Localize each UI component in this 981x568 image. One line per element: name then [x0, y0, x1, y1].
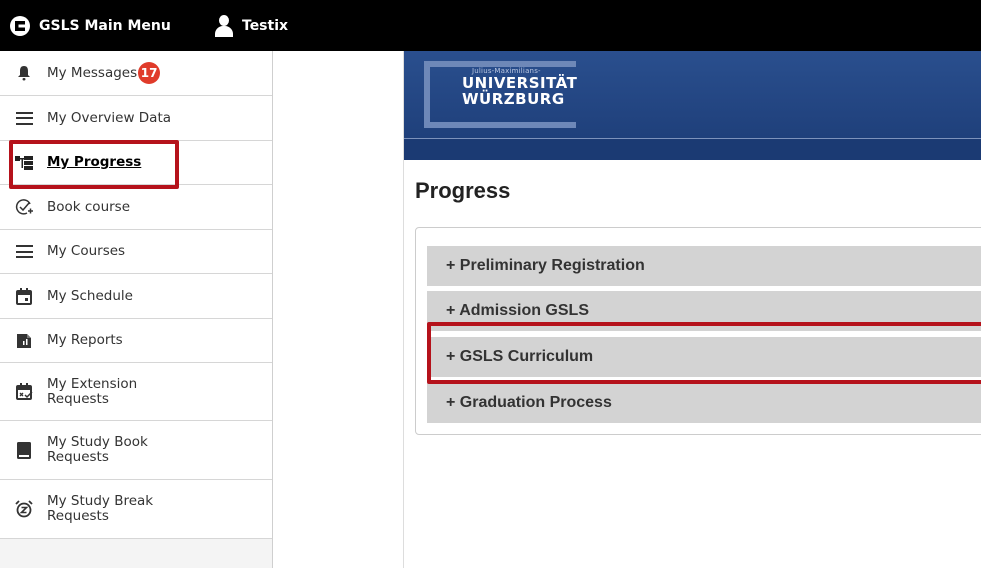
main-menu-button[interactable]: GSLS Main Menu	[10, 9, 171, 43]
sidebar-item-label: My Schedule	[47, 287, 133, 304]
sidebar-item-label: My Study Break Requests	[47, 493, 154, 524]
section-graduation-process[interactable]: + Graduation Process	[427, 383, 981, 423]
sidebar-item-label: My Progress	[47, 154, 142, 170]
sidebar-item-study-book-requests[interactable]: My Study Book Requests	[0, 421, 272, 480]
sidebar-item-reports[interactable]: My Reports	[0, 319, 272, 363]
sidebar-item-courses[interactable]: My Courses	[0, 230, 272, 274]
user-menu[interactable]: Testix	[214, 9, 288, 43]
section-gsls-curriculum[interactable]: + GSLS Curriculum	[427, 337, 981, 377]
gsls-logo-icon	[10, 16, 30, 36]
menu-lines-icon	[14, 242, 34, 262]
page-title: Progress	[415, 178, 511, 203]
sidebar-item-label: My Study Book Requests	[47, 434, 148, 465]
user-icon	[214, 15, 234, 37]
sidebar: My Messages 17 My Overview Data My Progr…	[0, 51, 273, 568]
university-logo: Julius-Maximilians- UNIVERSITÄT WÜRZBURG	[430, 67, 577, 107]
bell-icon	[14, 63, 34, 83]
sidebar-item-book-course[interactable]: Book course	[0, 185, 272, 230]
university-logo-line1: UNIVERSITÄT	[462, 74, 578, 92]
top-bar: GSLS Main Menu Testix	[0, 0, 981, 51]
sidebar-item-overview-data[interactable]: My Overview Data	[0, 96, 272, 141]
sidebar-item-messages[interactable]: My Messages 17	[0, 51, 272, 96]
sidebar-item-extension-requests[interactable]: My Extension Requests	[0, 363, 272, 421]
sidebar-item-label: My Reports	[47, 332, 123, 348]
menu-lines-icon	[14, 108, 34, 128]
calendar-icon	[14, 286, 34, 306]
user-name: Testix	[242, 18, 289, 34]
main-menu-label: GSLS Main Menu	[39, 18, 171, 34]
section-preliminary-registration[interactable]: + Preliminary Registration	[427, 246, 981, 286]
calendar-check-icon	[14, 382, 34, 402]
message-count-badge: 17	[138, 62, 161, 84]
banner-band	[404, 138, 981, 160]
sidebar-item-label: My Extension Requests	[47, 375, 138, 407]
sidebar-item-label: Book course	[47, 198, 131, 215]
book-icon	[14, 440, 34, 460]
check-add-icon	[14, 197, 34, 217]
sidebar-item-schedule[interactable]: My Schedule	[0, 274, 272, 319]
sidebar-item-study-break-requests[interactable]: My Study Break Requests	[0, 480, 272, 539]
sidebar-item-label: My Overview Data	[47, 109, 172, 126]
alarm-clock-icon	[14, 499, 34, 519]
section-admission-gsls[interactable]: + Admission GSLS	[427, 291, 981, 331]
university-logo-line2: WÜRZBURG	[462, 90, 565, 108]
university-banner: Julius-Maximilians- UNIVERSITÄT WÜRZBURG	[404, 51, 981, 160]
sidebar-item-label: My Messages	[47, 64, 138, 81]
sidebar-item-label: My Courses	[47, 243, 126, 259]
tree-diagram-icon	[14, 153, 34, 173]
report-icon	[14, 331, 34, 351]
sidebar-item-progress[interactable]: My Progress	[0, 141, 272, 185]
